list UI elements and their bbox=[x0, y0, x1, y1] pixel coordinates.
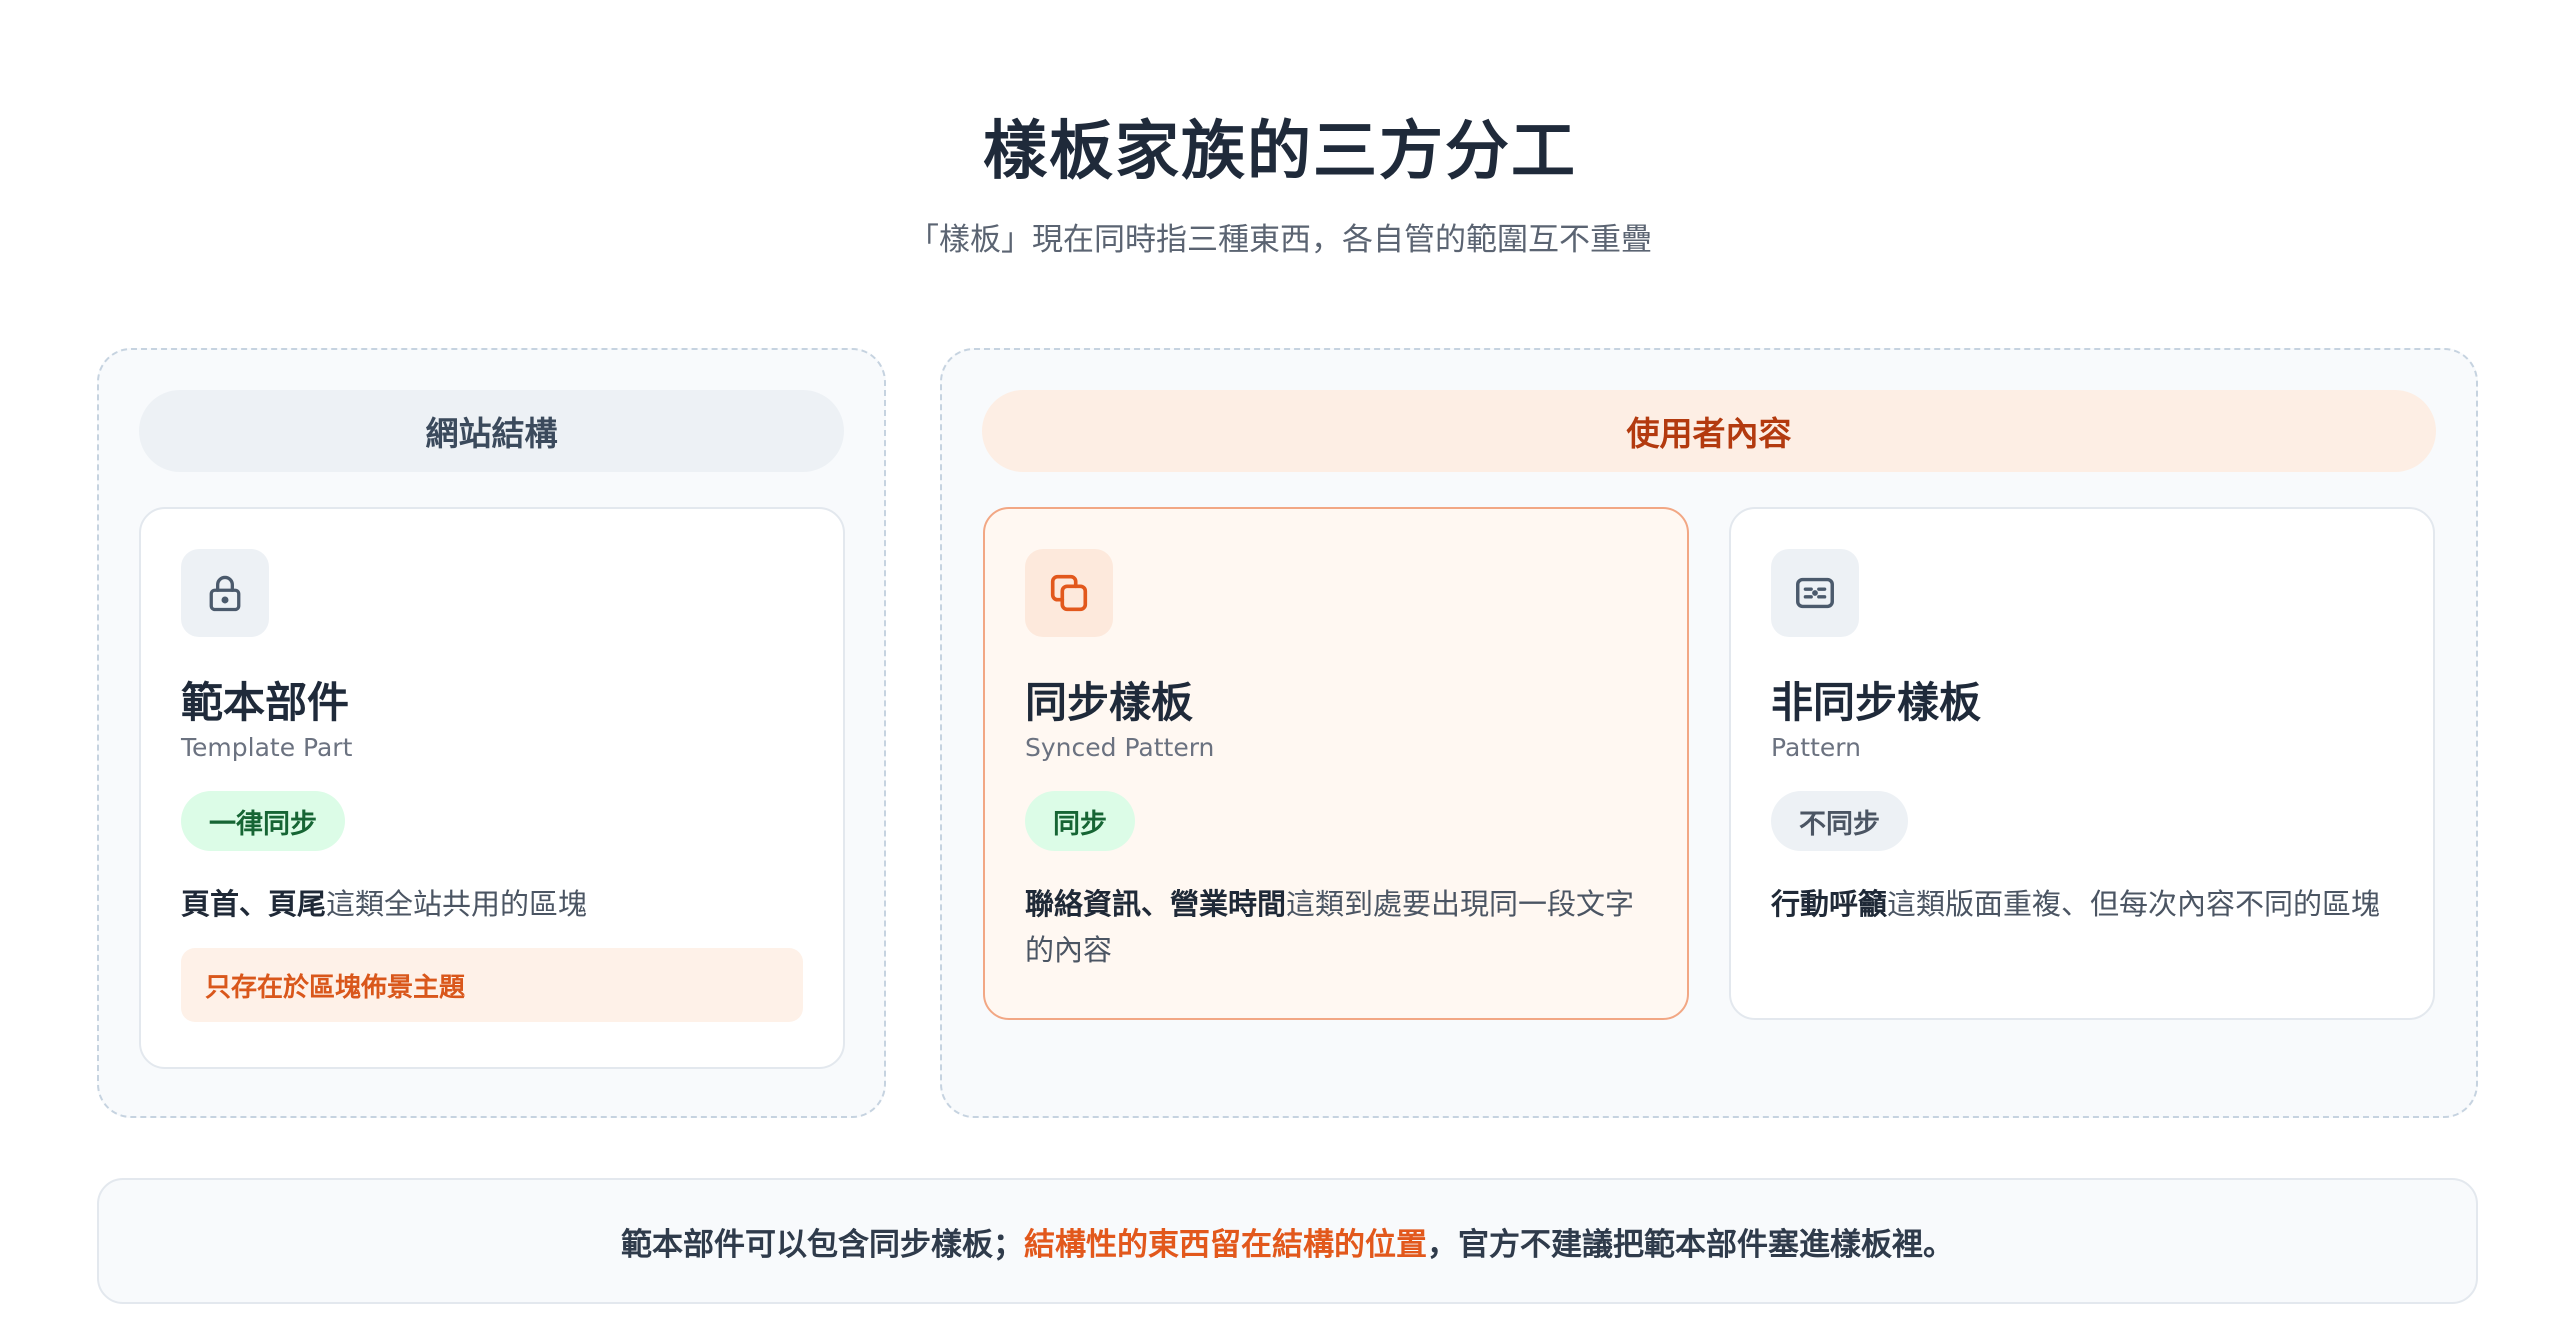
lock-icon bbox=[181, 549, 269, 637]
synced-pattern-sync-badge: 同步 bbox=[1025, 791, 1135, 851]
pattern-desc-emphasis: 行動呼籲 bbox=[1771, 887, 1888, 921]
synced-pattern-description: 聯絡資訊、營業時間這類到處要出現同一段文字的內容 bbox=[1025, 881, 1647, 973]
pattern-subtitle: Pattern bbox=[1771, 733, 1861, 762]
footer-note: 範本部件可以包含同步樣板； 結構性的東西留在結構的位置 ，官方不建議把範本部件塞進樣… bbox=[97, 1178, 2478, 1304]
template-part-desc-emphasis: 頁首、頁尾 bbox=[181, 887, 327, 921]
template-part-note: 只存在於區塊佈景主題 bbox=[181, 948, 803, 1022]
template-part-sync-badge: 一律同步 bbox=[181, 791, 345, 851]
template-part-subtitle: Template Part bbox=[181, 733, 353, 762]
footer-text-part2: ，官方不建議把範本部件塞進樣板裡。 bbox=[1427, 1226, 1954, 1263]
user-content-header: 使用者內容 bbox=[982, 390, 2436, 472]
copy-icon bbox=[1025, 549, 1113, 637]
site-structure-header: 網站結構 bbox=[139, 390, 844, 472]
synced-pattern-card: 同步樣板 Synced Pattern 同步 聯絡資訊、營業時間這類到處要出現同… bbox=[983, 507, 1689, 1020]
footer-text-part1: 範本部件可以包含同步樣板； bbox=[621, 1226, 1024, 1263]
synced-pattern-subtitle: Synced Pattern bbox=[1025, 733, 1215, 762]
layout-card-icon bbox=[1771, 549, 1859, 637]
footer-highlight: 結構性的東西留在結構的位置 bbox=[1024, 1226, 1427, 1263]
template-part-desc-text: 這類全站共用的區塊 bbox=[326, 887, 588, 921]
pattern-title: 非同步樣板 bbox=[1771, 678, 1982, 727]
synced-pattern-desc-emphasis: 聯絡資訊、營業時間 bbox=[1025, 887, 1287, 921]
page-title: 樣板家族的三方分工 bbox=[983, 115, 1577, 189]
pattern-sync-badge: 不同步 bbox=[1771, 791, 1908, 851]
synced-pattern-title: 同步樣板 bbox=[1025, 678, 1194, 727]
page-subtitle: 「樣板」現在同時指三種東西，各自管的範圍互不重疊 bbox=[908, 222, 1652, 258]
pattern-desc-text: 這類版面重複、但每次內容不同的區塊 bbox=[1887, 887, 2381, 921]
pattern-description: 行動呼籲這類版面重複、但每次內容不同的區塊 bbox=[1771, 881, 2393, 927]
template-part-description: 頁首、頁尾這類全站共用的區塊 bbox=[181, 881, 803, 927]
template-part-card: 範本部件 Template Part 一律同步 頁首、頁尾這類全站共用的區塊 只… bbox=[139, 507, 845, 1069]
pattern-card: 非同步樣板 Pattern 不同步 行動呼籲這類版面重複、但每次內容不同的區塊 bbox=[1729, 507, 2435, 1020]
template-part-title: 範本部件 bbox=[181, 678, 350, 727]
